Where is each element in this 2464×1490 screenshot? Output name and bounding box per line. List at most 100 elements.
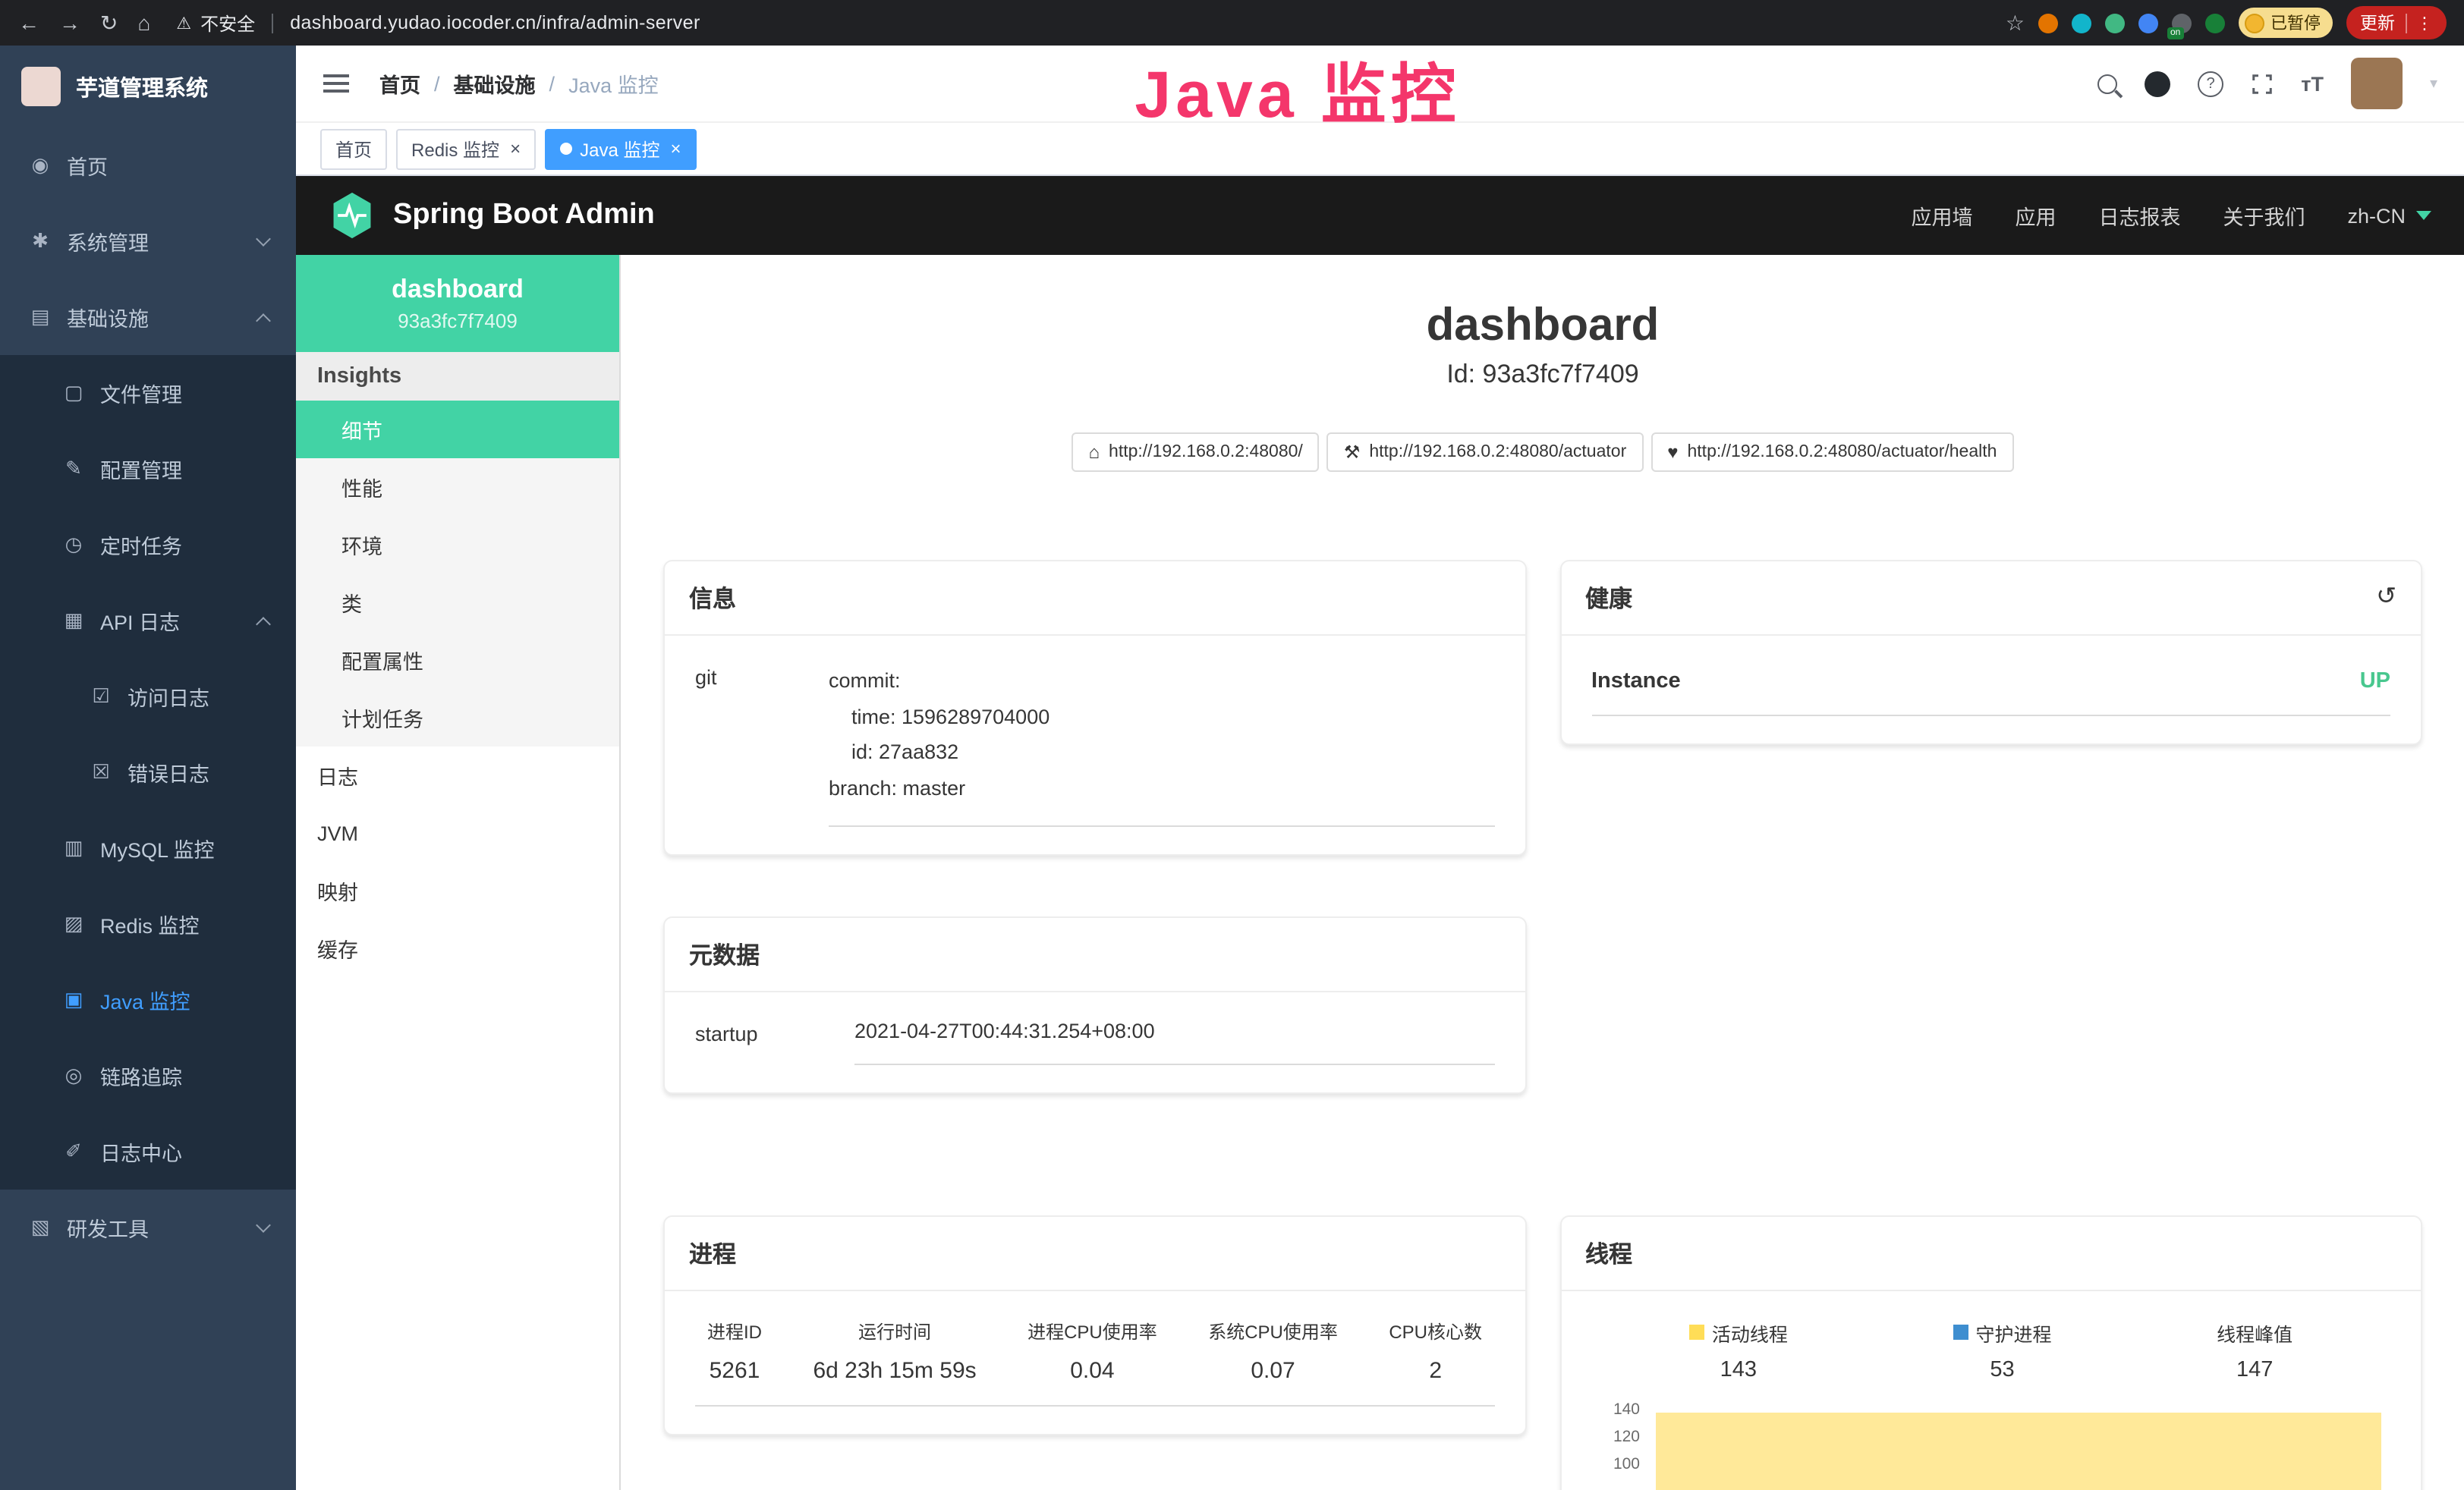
address-bar[interactable]: ⚠ 不安全 dashboard.yudao.iocoder.cn/infra/a… [176,10,700,36]
address-divider [272,13,273,33]
instance-header[interactable]: dashboard 93a3fc7f7409 [296,255,619,352]
legend-swatch [1689,1325,1704,1340]
health-url-link[interactable]: ♥ http://192.168.0.2:48080/actuator/heal… [1651,432,2013,472]
back-icon[interactable]: ← [18,12,39,33]
breadcrumb-infrastructure[interactable]: 基础设施 [454,68,536,99]
sba-nav-journal[interactable]: 日志报表 [2098,200,2180,231]
update-button[interactable]: 更新 ⋮ [2346,6,2447,39]
reload-icon[interactable]: ↻ [100,12,118,33]
sba-item-mappings[interactable]: 映射 [296,862,619,919]
sidebar-item-scheduled-tasks[interactable]: ◷ 定时任务 [0,507,296,583]
locale-label: zh-CN [2347,204,2406,227]
sidebar-item-error-logs[interactable]: ☒ 错误日志 [0,734,296,810]
home-icon: ⌂ [1089,442,1100,463]
extension-icon[interactable] [2138,13,2158,33]
cards-grid: 信息 git commit: time: 1596289704000 id: 2… [621,472,2464,1490]
github-icon[interactable] [2145,71,2170,96]
sba-item-classes[interactable]: 类 [296,574,619,631]
fullscreen-icon[interactable] [2251,72,2274,95]
sba-header: Spring Boot Admin 应用墙 应用 日志报表 关于我们 zh-CN [296,176,2464,255]
wrench-icon: ⚒ [1344,442,1361,463]
sba-item-logs[interactable]: 日志 [296,747,619,804]
security-label[interactable]: 不安全 [200,10,255,36]
tabs-bar: 首页 Redis 监控 × Java 监控 × [296,123,2464,176]
card-title: 元数据 [689,937,760,970]
tab-home[interactable]: 首页 [320,128,387,169]
avatar[interactable] [2351,58,2403,109]
sidebar-item-label: Java 监控 [100,985,190,1015]
extension-icon[interactable]: on [2172,13,2192,33]
actuator-url-link[interactable]: ⚒ http://192.168.0.2:48080/actuator [1327,432,1643,472]
sidebar-item-config-management[interactable]: ✎ 配置管理 [0,431,296,507]
header-actions: ? тT ▾ [2097,58,2437,109]
sidebar-item-log-center[interactable]: ✐ 日志中心 [0,1114,296,1190]
process-label: 系统CPU使用率 [1208,1318,1338,1344]
legend-peak-threads: 线程峰值 147 [2217,1318,2292,1382]
extension-icon[interactable] [2038,13,2058,33]
devtools-icon: ▧ [27,1215,53,1240]
tab-redis-monitor[interactable]: Redis 监控 × [396,128,536,169]
sba-item-details[interactable]: 细节 [296,401,619,458]
help-icon[interactable]: ? [2198,71,2223,96]
sba-nav-applications[interactable]: 应用 [2015,200,2056,231]
avatar-caret-icon[interactable]: ▾ [2430,75,2437,92]
info-key: git [695,663,829,826]
security-warning-icon: ⚠ [176,13,191,33]
link-label: http://192.168.0.2:48080/actuator/health [1688,443,1997,461]
admin-header: 首页 / 基础设施 / Java 监控 ? тT ▾ [296,46,2464,123]
forward-icon[interactable]: → [59,12,80,33]
app-logo-row[interactable]: 芋道管理系统 [0,46,296,127]
url-text[interactable]: dashboard.yudao.iocoder.cn/infra/admin-s… [290,12,700,33]
process-row: 进程ID 5261 运行时间 6d 23h 15m 59s 进程CPU使用率 0… [695,1318,1494,1406]
chevron-up-icon [256,616,271,631]
git-commit-line: commit: [829,663,1494,699]
sidebar-item-redis-monitor[interactable]: ▨ Redis 监控 [0,886,296,962]
sidebar-item-file-management[interactable]: ▢ 文件管理 [0,355,296,431]
process-uptime: 运行时间 6d 23h 15m 59s [813,1318,976,1383]
browser-home-icon[interactable]: ⌂ [137,12,150,33]
close-icon[interactable]: × [510,138,521,159]
sba-nav-about[interactable]: 关于我们 [2223,200,2305,231]
browser-menu-icon[interactable]: ⋮ [2406,13,2433,33]
font-size-icon[interactable]: тT [2301,72,2324,95]
bookmark-star-icon[interactable]: ☆ [2006,12,2025,33]
sidebar-item-label: API 日志 [100,605,180,636]
locale-selector[interactable]: zh-CN [2347,204,2431,227]
sba-nav-wall[interactable]: 应用墙 [1911,200,1972,231]
extension-icon[interactable] [2105,13,2125,33]
card-title: 信息 [689,581,736,615]
breadcrumb-home[interactable]: 首页 [379,68,420,99]
sba-item-config-props[interactable]: 配置属性 [296,631,619,689]
paused-badge[interactable]: 已暂停 [2239,8,2333,38]
link-label: http://192.168.0.2:48080/actuator [1369,443,1626,461]
sidebar-item-access-logs[interactable]: ☑ 访问日志 [0,659,296,734]
search-icon[interactable] [2097,74,2117,93]
sidebar-item-api-logs[interactable]: ▦ API 日志 [0,583,296,659]
root-url-link[interactable]: ⌂ http://192.168.0.2:48080/ [1072,432,1320,472]
sba-item-scheduled[interactable]: 计划任务 [296,689,619,747]
sidebar-item-dev-tools[interactable]: ▧ 研发工具 [0,1190,296,1265]
sidebar-item-tracing[interactable]: ◎ 链路追踪 [0,1038,296,1114]
sba-item-caches[interactable]: 缓存 [296,919,619,977]
browser-toolbar-right: ☆ on 已暂停 更新 ⋮ [2006,6,2447,39]
info-card: 信息 git commit: time: 1596289704000 id: 2… [663,560,1526,855]
close-icon[interactable]: × [670,138,681,159]
sba-item-performance[interactable]: 性能 [296,458,619,516]
hamburger-icon[interactable] [323,82,349,85]
extension-icon[interactable] [2205,13,2225,33]
sidebar-item-mysql-monitor[interactable]: ▥ MySQL 监控 [0,810,296,886]
extension-icon[interactable] [2072,13,2091,33]
sidebar-item-system-management[interactable]: ✱ 系统管理 [0,203,296,279]
sba-item-environment[interactable]: 环境 [296,516,619,574]
tab-java-monitor[interactable]: Java 监控 × [545,128,696,169]
breadcrumb-separator: / [434,72,440,95]
instance-id: 93a3fc7f7409 [311,310,604,332]
sidebar-item-label: 首页 [67,150,108,181]
sidebar-item-java-monitor[interactable]: ▣ Java 监控 [0,962,296,1038]
sba-nav: 应用墙 应用 日志报表 关于我们 zh-CN [1911,200,2431,231]
instance-name: dashboard [311,275,604,305]
sba-item-jvm[interactable]: JVM [296,804,619,862]
sidebar-item-infrastructure[interactable]: ▤ 基础设施 [0,279,296,355]
sidebar-item-home[interactable]: ◉ 首页 [0,127,296,203]
history-icon[interactable]: ↺ [2376,586,2396,610]
